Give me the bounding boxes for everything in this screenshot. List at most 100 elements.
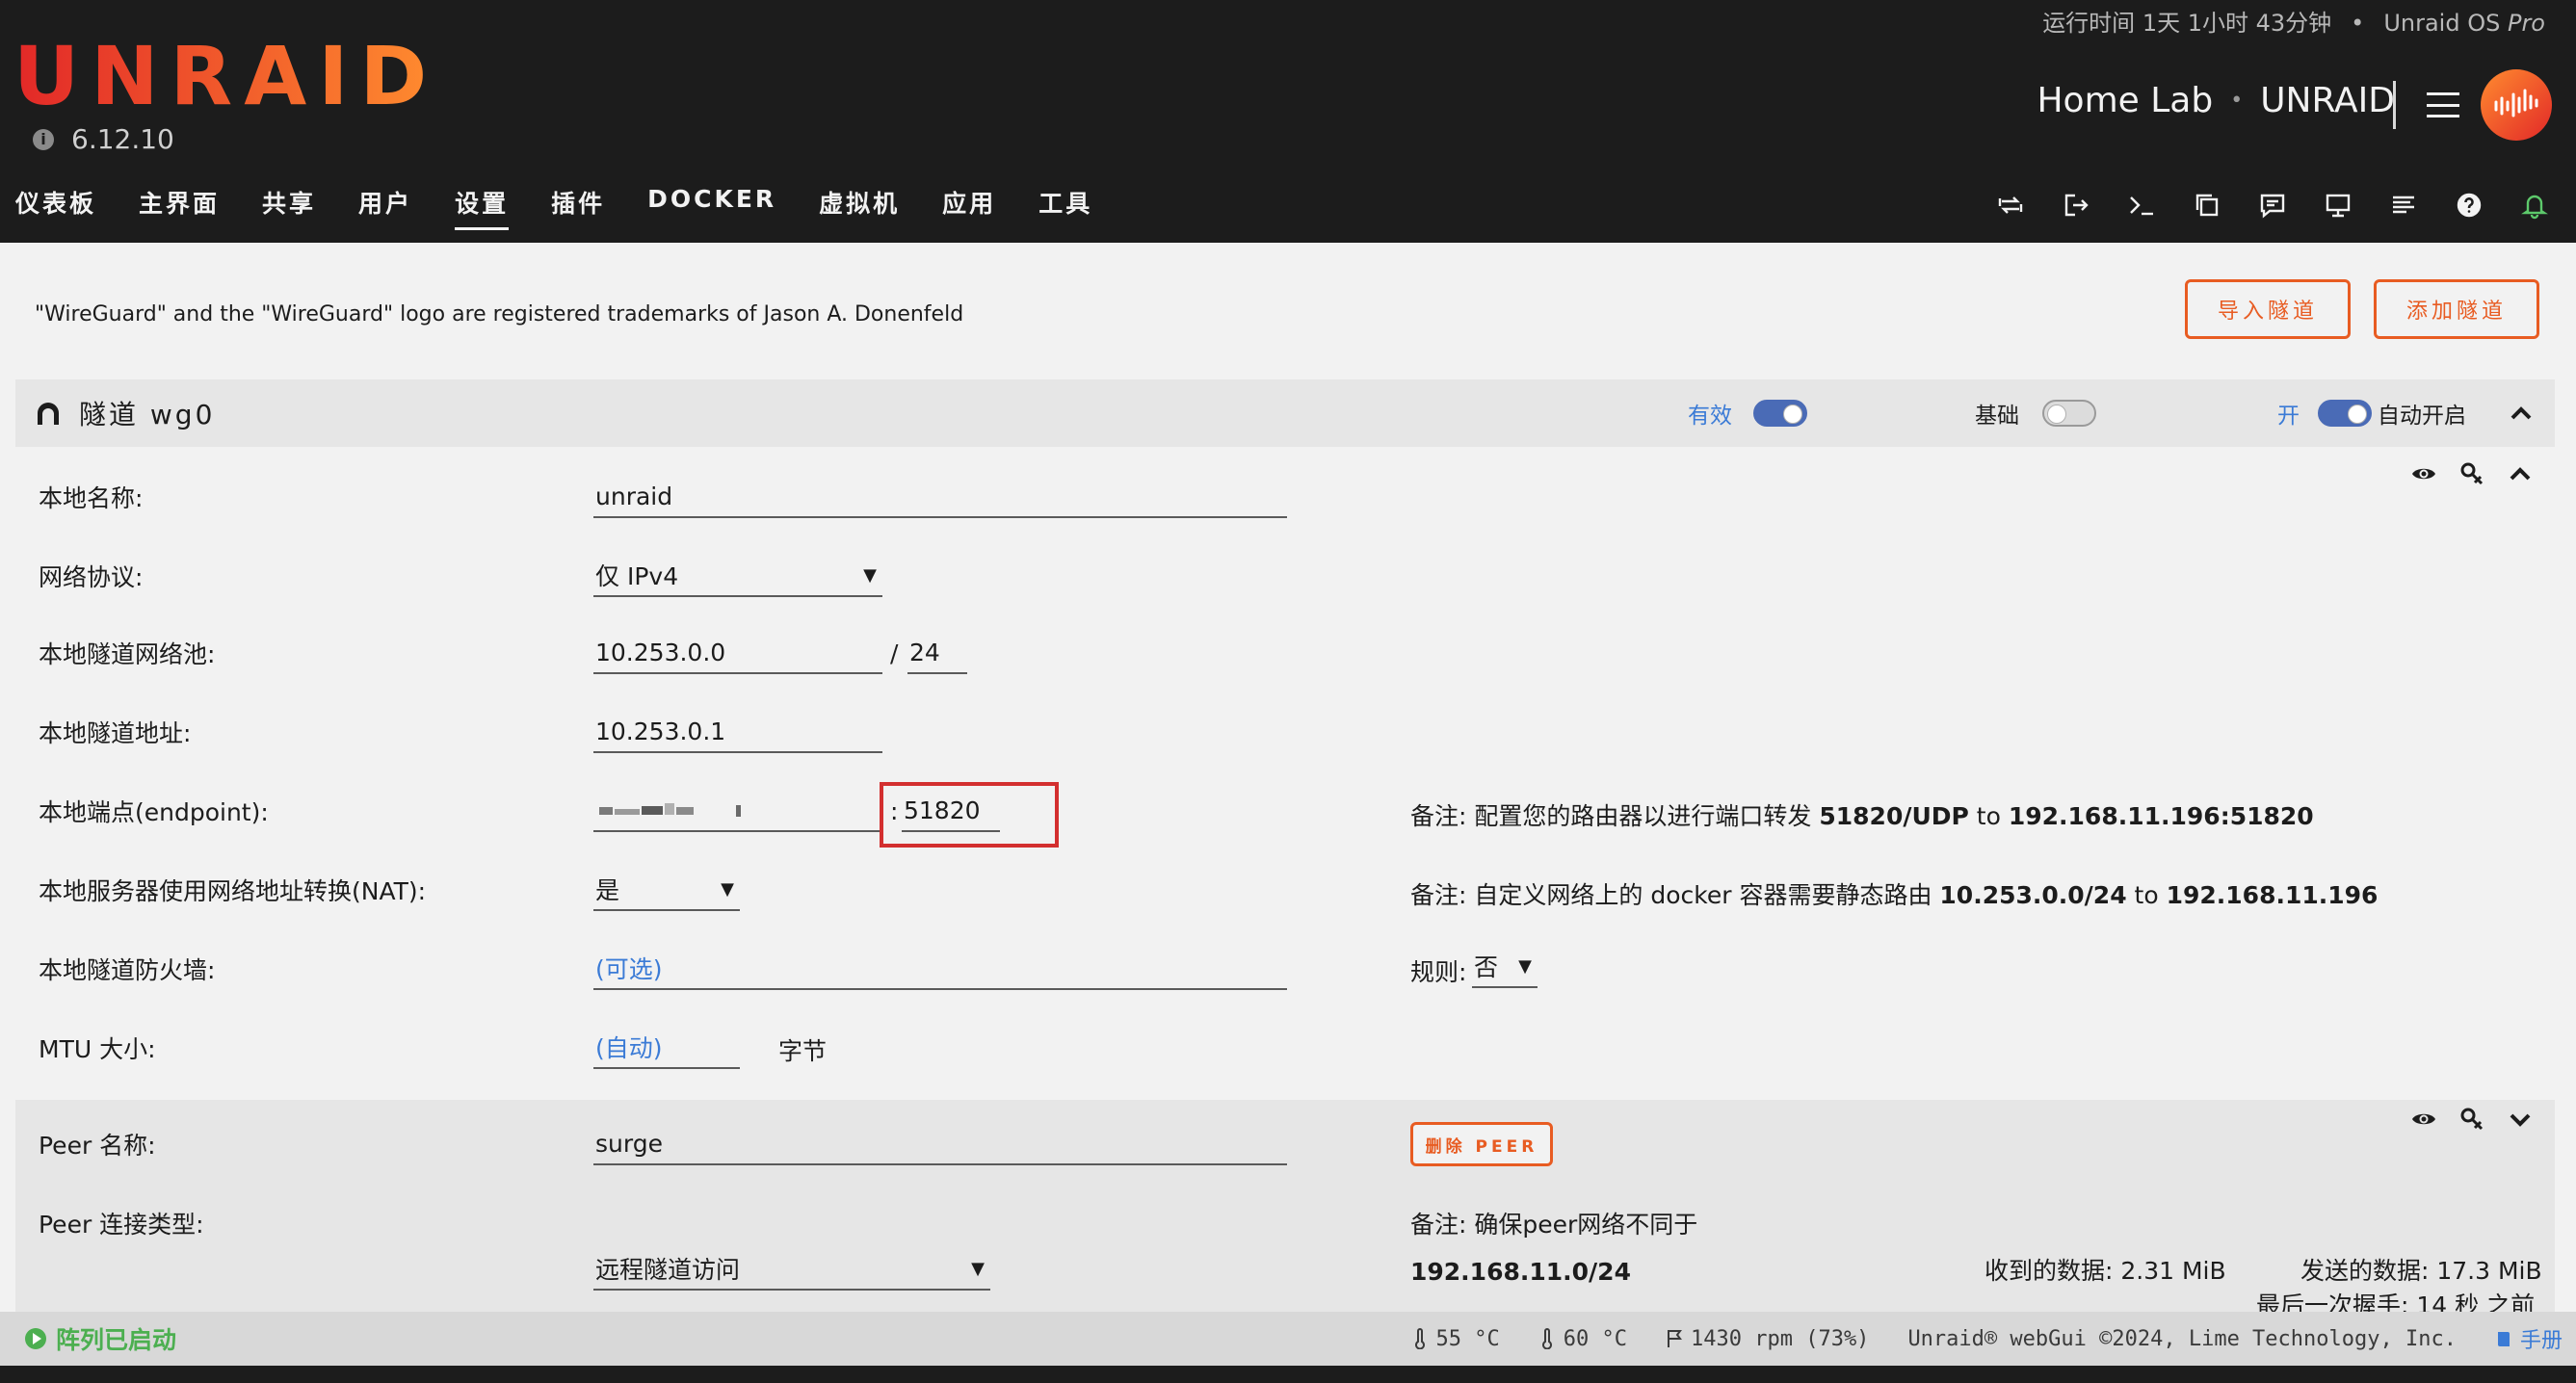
trademark-notice: "WireGuard" and the "WireGuard" logo are… [35, 302, 964, 326]
monitor-icon[interactable] [2322, 189, 2354, 222]
nav-shares[interactable]: 共享 [262, 185, 316, 230]
manual-link[interactable]: 手册 [2495, 1323, 2563, 1354]
peer-type-select[interactable]: 远程隧道访问 ▼ [593, 1248, 990, 1291]
protocol-label: 网络协议: [39, 563, 144, 591]
temp1-value: 55 °C [1435, 1326, 1500, 1351]
route-note-text: 自定义网络上的 docker 容器需要静态路由 [1474, 881, 1932, 909]
port-note-text: 配置您的路由器以进行端口转发 [1474, 802, 1812, 830]
pool-input[interactable]: 10.253.0.0 [593, 632, 882, 674]
uptime-text: 运行时间 1天 1小时 43分钟 [2042, 10, 2332, 37]
key-icon[interactable] [2458, 1106, 2485, 1133]
sent-data: 发送的数据: 17.3 MiB [2300, 1257, 2542, 1285]
note-prefix: 备注: [1410, 881, 1467, 909]
peer-name-label: Peer 名称: [39, 1132, 156, 1160]
peer-name-input[interactable]: surge [593, 1123, 1287, 1165]
key-icon[interactable] [2458, 460, 2485, 487]
eye-icon[interactable] [2410, 1106, 2437, 1133]
import-tunnel-button[interactable]: 导入隧道 [2185, 279, 2351, 339]
help-icon[interactable] [2453, 189, 2485, 222]
feedback-icon[interactable] [2256, 189, 2289, 222]
add-tunnel-button[interactable]: 添加隧道 [2374, 279, 2539, 339]
collapse-tunnel-icon[interactable] [2507, 399, 2536, 428]
play-icon [25, 1328, 46, 1349]
thermometer-icon [1414, 1328, 1425, 1349]
tunnel-icon [38, 403, 59, 425]
mtu-input[interactable]: (自动) [593, 1027, 740, 1069]
active-toggle[interactable] [1753, 400, 1807, 427]
nat-value: 是 [595, 876, 620, 904]
protocol-value: 仅 IPv4 [595, 562, 679, 590]
nav-tools[interactable]: 工具 [1038, 185, 1092, 230]
cpu-temp: 55 °C [1411, 1327, 1500, 1351]
edition-label: Pro [2507, 10, 2545, 37]
logout-icon[interactable] [2060, 189, 2092, 222]
refresh-icon[interactable] [1994, 189, 2027, 222]
terminal-icon[interactable] [2125, 189, 2158, 222]
rule-select[interactable]: 否 ▼ [1472, 946, 1538, 988]
temp2-value: 60 °C [1563, 1326, 1627, 1351]
version-number: 6.12.10 [71, 123, 174, 155]
nav-plugins[interactable]: 插件 [551, 185, 605, 230]
unraid-waveform-icon [2494, 89, 2538, 117]
firewall-input[interactable]: (可选) [593, 948, 1287, 990]
chevron-down-icon: ▼ [721, 878, 734, 900]
bottom-strip [0, 1366, 2576, 1383]
endpoint-input[interactable] [593, 790, 882, 832]
route-note-target: 192.168.11.196 [2166, 881, 2379, 909]
hamburger-menu-icon[interactable] [2427, 89, 2459, 121]
server-identity: Home Lab • UNRAID [2037, 81, 2395, 120]
nav-users[interactable]: 用户 [358, 185, 412, 230]
peer-section-icons [2410, 1106, 2534, 1133]
mtu-label: MTU 大小: [39, 1035, 156, 1063]
port-forward-note: 备注: 配置您的路由器以进行端口转发 51820/UDP to 192.168.… [1410, 797, 2314, 832]
redacted-endpoint [599, 803, 741, 817]
active-label: 有效 [1688, 404, 1732, 429]
autostart-toggle[interactable] [2318, 400, 2372, 427]
chevron-down-icon: ▼ [1518, 955, 1532, 977]
note-to: to [1976, 802, 2001, 830]
flag-icon [1668, 1330, 1682, 1347]
version-info[interactable]: i 6.12.10 [33, 123, 174, 155]
array-status[interactable]: 阵列已启动 [25, 1312, 176, 1366]
copy-icon[interactable] [2191, 189, 2223, 222]
port-highlight-box [880, 782, 1059, 848]
local-name-label: 本地名称: [39, 484, 144, 512]
main-nav: 仪表板 主界面 共享 用户 设置 插件 DOCKER 虚拟机 应用 工具 [15, 185, 1092, 230]
port-note-port: 51820/UDP [1819, 802, 1969, 830]
peer-type-label: Peer 连接类型: [39, 1211, 204, 1239]
peer-type-value: 远程隧道访问 [595, 1256, 741, 1284]
basic-toggle[interactable] [2042, 400, 2096, 427]
collapse-local-icon[interactable] [2507, 460, 2534, 487]
nav-settings[interactable]: 设置 [455, 185, 510, 230]
server-separator: • [2230, 89, 2244, 113]
delete-peer-button[interactable]: 删除 PEER [1410, 1122, 1553, 1166]
nat-label: 本地服务器使用网络地址转换(NAT): [39, 877, 427, 905]
nav-vms[interactable]: 虚拟机 [819, 185, 900, 230]
unraid-logo[interactable]: UNRAID [13, 33, 438, 119]
note-prefix: 备注: [1410, 802, 1467, 830]
address-input[interactable]: 10.253.0.1 [593, 711, 882, 753]
route-note-network: 10.253.0.0/24 [1939, 881, 2127, 909]
received-data: 收到的数据: 2.31 MiB [1985, 1257, 2226, 1285]
chevron-down-icon: ▼ [971, 1258, 985, 1279]
local-name-input[interactable]: unraid [593, 476, 1287, 518]
eye-icon[interactable] [2410, 460, 2437, 487]
server-name: UNRAID [2260, 81, 2395, 120]
nav-docker[interactable]: DOCKER [647, 185, 776, 230]
pool-mask-input[interactable]: 24 [907, 632, 967, 674]
protocol-select[interactable]: 仅 IPv4 ▼ [593, 555, 882, 597]
bell-icon[interactable] [2518, 189, 2551, 222]
nav-apps[interactable]: 应用 [942, 185, 996, 230]
tunnel-title: 隧道 wg0 [35, 379, 215, 447]
nav-dashboard[interactable]: 仪表板 [15, 185, 96, 230]
copyright: Unraid® webGui ©2024, Lime Technology, I… [1907, 1326, 2457, 1351]
log-icon[interactable] [2387, 189, 2420, 222]
nav-main[interactable]: 主界面 [139, 185, 220, 230]
endpoint-label: 本地端点(endpoint): [39, 798, 269, 826]
separator: • [2351, 10, 2365, 37]
local-section-icons [2410, 460, 2534, 487]
nat-select[interactable]: 是 ▼ [593, 869, 740, 911]
expand-peer-icon[interactable] [2507, 1106, 2534, 1133]
avatar[interactable] [2481, 69, 2552, 141]
pool-label: 本地隧道网络池: [39, 640, 216, 668]
